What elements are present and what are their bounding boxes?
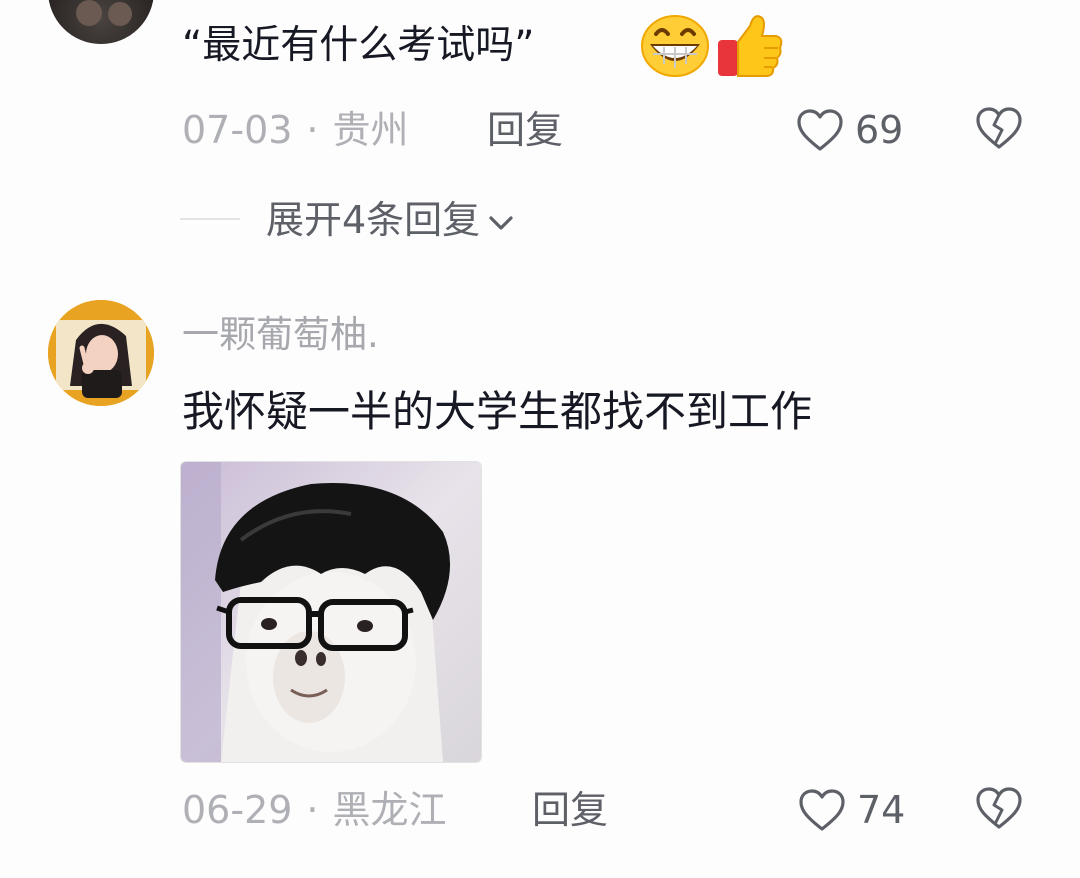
expand-divider <box>180 218 240 220</box>
broken-heart-icon <box>976 107 1022 149</box>
comment-meta: 07-03 · 贵州 <box>182 105 409 155</box>
chevron-down-icon <box>489 215 513 230</box>
expand-replies-button[interactable]: 展开4条回复 <box>266 195 516 245</box>
heart-outline-icon <box>797 109 843 151</box>
reply-button[interactable]: 回复 <box>487 105 563 155</box>
thumbs-up-emoji-icon <box>716 10 784 78</box>
heart-outline-icon <box>799 789 845 831</box>
dislike-button[interactable] <box>975 786 1023 834</box>
comment-text: 我怀疑一半的大学生都找不到工作 <box>182 387 813 436</box>
commenter-username[interactable]: 一颗葡萄柚. <box>182 310 379 360</box>
like-button[interactable] <box>798 788 846 836</box>
comment-location: 贵州 <box>332 108 409 152</box>
comment-date: 07-03 <box>182 108 293 152</box>
commenter-avatar[interactable] <box>48 300 154 406</box>
expand-replies-label: 展开4条回复 <box>266 198 481 242</box>
comment-location: 黑龙江 <box>332 788 447 832</box>
commenter-avatar[interactable] <box>48 0 154 44</box>
dislike-button[interactable] <box>975 106 1023 154</box>
meta-separator: · <box>306 788 319 832</box>
comment-date: 06-29 <box>182 788 293 832</box>
comment-text: “最近有什么考试吗” <box>182 23 535 68</box>
like-button[interactable] <box>796 108 844 156</box>
comment-meta: 06-29 · 黑龙江 <box>182 785 447 835</box>
like-count: 69 <box>855 108 904 152</box>
like-count: 74 <box>857 788 906 832</box>
reply-button[interactable]: 回复 <box>532 785 608 835</box>
grin-emoji-icon <box>640 14 710 78</box>
meta-separator: · <box>306 108 319 152</box>
comment-sticker-image[interactable] <box>180 461 482 763</box>
broken-heart-icon <box>976 787 1022 829</box>
